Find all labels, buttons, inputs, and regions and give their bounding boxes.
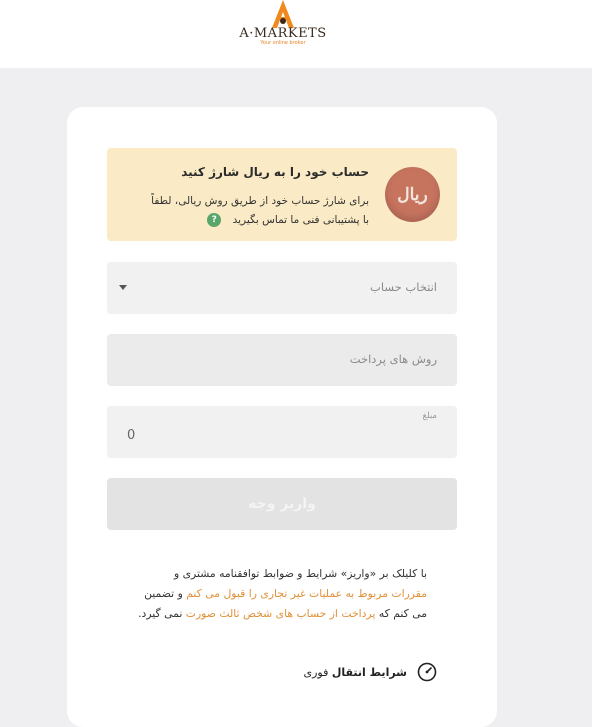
notice-text: برای شارژ حساب خود از طریق روش ریالی، لط… [149,192,369,230]
deposit-button[interactable]: واریز وجه [107,478,457,530]
amount-field[interactable]: مبلغ 0 [107,406,457,458]
instant-transfer-label: شرایط انتقال فوری [303,666,407,679]
amount-value: 0 [127,428,136,443]
top-bar: A·MARKETS Your online broker [0,0,592,68]
rial-icon: ریال [385,167,440,222]
instant-transfer-bold: شرایط انتقال [331,665,407,679]
rial-notice: ریال حساب خود را به ریال شارژ کنید برای … [107,148,457,241]
rial-badge-text: ریال [397,184,428,205]
account-select-placeholder: انتخاب حساب [370,280,437,294]
terms-link-regulations[interactable]: مقررات مربوط به عملیات غیر تجاری را قبول… [186,587,427,600]
account-select[interactable]: انتخاب حساب [107,262,457,314]
speedometer-icon [417,662,437,682]
help-icon[interactable]: ? [207,213,222,227]
notice-body: برای شارژ حساب خود از طریق روش ریالی، لط… [151,195,369,226]
logo-icon [272,0,294,28]
instant-transfer-terms[interactable]: شرایط انتقال فوری [303,662,437,682]
terms-part-1: با کلیلک بر «واریز» شرایط و ضوابط توافقن… [173,567,427,580]
terms-link-third-party[interactable]: پرداخت از حساب های شخص ثالث صورت [186,607,376,620]
deposit-card: ریال حساب خود را به ریال شارژ کنید برای … [67,107,497,727]
notice-title: حساب خود را به ریال شارژ کنید [181,165,369,179]
instant-transfer-rest: فوری [303,665,332,679]
logo-name: A·MARKETS [239,26,327,41]
caret-down-icon [119,285,127,290]
payment-method-select[interactable]: روش های پرداخت [107,334,457,386]
amount-label: مبلغ [422,411,437,421]
amarkets-logo[interactable]: A·MARKETS Your online broker [236,0,330,52]
terms-text: با کلیلک بر «واریز» شرایط و ضوابط توافقن… [137,564,427,624]
payment-method-placeholder: روش های پرداخت [349,352,437,366]
terms-part-3: نمی گیرد. [138,607,186,620]
